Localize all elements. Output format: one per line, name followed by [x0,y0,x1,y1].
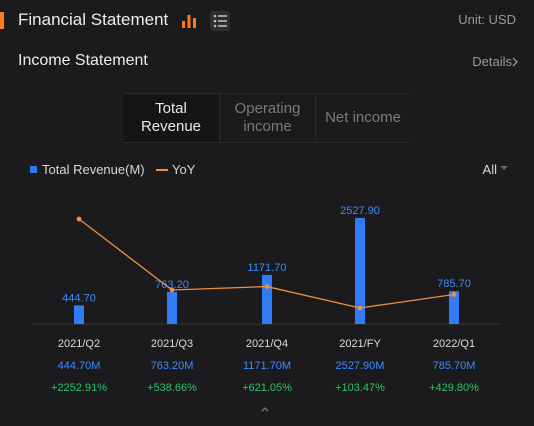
yoy-point[interactable] [357,305,363,311]
bar-value-label: 785.70 [437,278,471,290]
yoy-value: +429.80% [429,382,479,394]
header: Financial Statement Unit: USD [0,0,534,42]
revenue-bar[interactable] [74,305,84,324]
yoy-value: +2252.91% [51,382,107,394]
bar-chart-icon[interactable] [180,12,198,30]
revenue-bar[interactable] [167,291,177,324]
unit-label: Unit: USD [458,12,516,27]
period-label: 2021/Q2 [57,338,101,350]
revenue-value: 763.20M [150,360,194,372]
yoy-point[interactable] [451,292,457,297]
legend-swatch-yoy [156,169,168,171]
filter-dropdown[interactable]: All [483,162,497,177]
yoy-value: +621.05% [242,382,292,394]
list-icon[interactable] [210,11,230,31]
legend-label-yoy: YoY [172,162,196,177]
yoy-value: +103.47% [335,382,385,394]
bar-value-label: 1171.70 [248,262,287,274]
metric-tabs: Total Revenue Operating income Net incom… [123,93,410,143]
period-label: 2021/Q4 [245,338,289,350]
chevron-up-icon[interactable] [261,405,269,413]
caret-down-icon [500,166,508,170]
legend-swatch-revenue [30,166,37,173]
chevron-right-icon [512,57,518,67]
tab-operating-income[interactable]: Operating income [219,94,316,142]
yoy-value: +538.66% [147,382,197,394]
yoy-point[interactable] [169,287,175,293]
revenue-value: 2527.90M [335,360,385,372]
tab-label: Net income [325,109,401,126]
tab-net-income[interactable]: Net income [316,94,410,142]
tab-total-revenue[interactable]: Total Revenue [123,94,219,142]
yoy-point[interactable] [264,284,270,289]
period-label: 2022/Q1 [432,338,476,350]
revenue-chart: 444.70763.201171.702527.90785.70 [33,205,501,325]
period-label: 2021/FY [339,338,381,350]
revenue-value: 1171.70M [242,360,292,372]
bar-value-label: 444.70 [62,292,96,304]
revenue-bar[interactable] [262,274,272,324]
revenue-value: 444.70M [57,360,101,372]
tab-label: Operating income [234,100,301,135]
revenue-value: 785.70M [432,360,476,372]
period-label: 2021/Q3 [150,338,194,350]
section-title: Income Statement [18,52,148,69]
details-link[interactable]: Details [472,54,512,69]
bar-value-label: 2527.90 [340,205,380,217]
yoy-point[interactable] [76,216,82,222]
tab-label: Total Revenue [140,100,202,135]
page-title: Financial Statement [18,10,169,29]
legend-label-revenue: Total Revenue(M) [42,162,145,177]
accent-bar [0,12,4,29]
